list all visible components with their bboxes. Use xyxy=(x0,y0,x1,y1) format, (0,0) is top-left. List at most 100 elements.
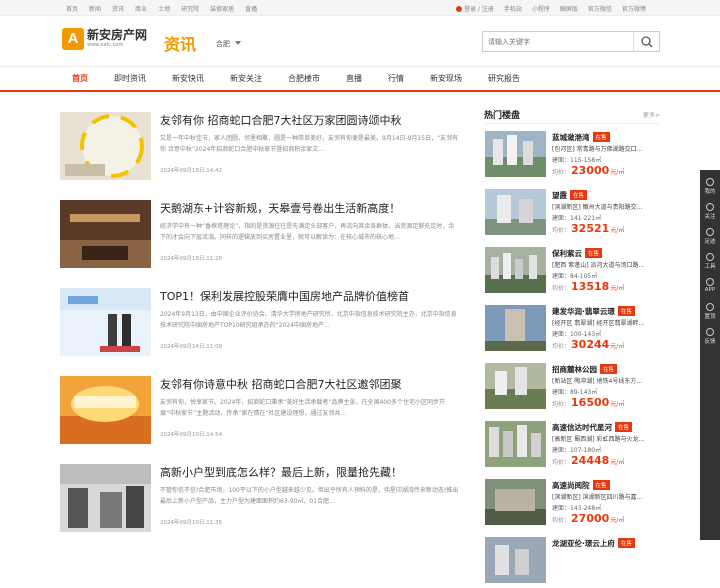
property-name-row[interactable]: 建发华润·翡翠云璟 在售 xyxy=(552,306,635,317)
top-right-link[interactable]: 手机站 xyxy=(504,4,522,13)
top-right-link[interactable]: 触屏版 xyxy=(560,4,578,13)
property-name[interactable]: 高速尚阅院 xyxy=(552,481,590,490)
article-thumbnail[interactable] xyxy=(60,464,151,532)
rail-tool[interactable]: 关注 xyxy=(700,203,720,220)
top-right-link[interactable]: 小程序 xyxy=(532,4,550,13)
property-name[interactable]: 高速信达时代星河 xyxy=(552,423,612,432)
property-name[interactable]: 招商麓林公园 xyxy=(552,365,597,374)
property-image[interactable] xyxy=(485,537,546,583)
article-title[interactable]: 友邻有你 招商蛇口合肥7大社区万家团圆诗颂中秋 xyxy=(160,112,460,128)
property-area: 建面：143-248㎡ xyxy=(552,505,602,512)
rail-tool[interactable]: 足迹 xyxy=(700,228,720,245)
top-right-link[interactable]: 官方微信 xyxy=(588,4,612,13)
article-thumbnail[interactable] xyxy=(60,112,151,180)
article-thumbnail[interactable] xyxy=(60,376,151,444)
nav-item[interactable]: 合肥楼市 xyxy=(278,67,330,91)
nav-item[interactable]: 新安现场 xyxy=(420,67,472,91)
property-image[interactable] xyxy=(485,421,546,467)
property-item[interactable]: 保利紫云 在售 [肥西 紫蓬山] 派河大道与汤口路... 建面：84-105㎡ 均价：1… xyxy=(484,243,660,298)
property-image[interactable] xyxy=(485,305,546,351)
property-name-row[interactable]: 招商麓林公园 在售 xyxy=(552,364,618,375)
article-title[interactable]: TOP1！保利发展控股荣膺中国房地产品牌价值榜首 xyxy=(160,288,460,304)
price-label: 均价： xyxy=(552,517,571,524)
top-left-links: 首页 新闻 资讯 商业 土地 研究院 装修家居 直播 xyxy=(66,4,257,13)
property-name[interactable]: 龙湖亚伦·璟云上府 xyxy=(552,539,615,548)
price-label: 均价： xyxy=(552,169,571,176)
top-link[interactable]: 直播 xyxy=(245,4,257,13)
article-title[interactable]: 天鹅湖东+计容新规，天皋壹号卷出生活新高度！ xyxy=(160,200,460,216)
search-input[interactable] xyxy=(483,32,633,51)
top-link[interactable]: 资讯 xyxy=(112,4,124,13)
property-item[interactable]: 龙湖亚伦·璟云上府 在售 xyxy=(484,533,660,588)
top-link[interactable]: 土地 xyxy=(158,4,170,13)
top-link[interactable]: 研究院 xyxy=(181,4,199,13)
article-item[interactable]: 友邻有你 招商蛇口合肥7大社区万家团圆诗颂中秋 又是一年中秋佳节，家人团圆，邻里相… xyxy=(60,112,460,200)
status-badge: 在售 xyxy=(592,480,610,490)
rail-tool[interactable]: 工具 xyxy=(700,253,720,270)
rail-tool-label: 反馈 xyxy=(704,339,716,345)
property-image[interactable] xyxy=(485,479,546,525)
price-value: 23000 xyxy=(571,164,610,177)
price-unit: 元/㎡ xyxy=(610,343,625,350)
price-value: 30244 xyxy=(571,338,610,351)
property-item[interactable]: 望霞 在售 [滨湖新区] 徽州大道与贵阳路交... 建面：141-221㎡ 均价：325… xyxy=(484,185,660,240)
nav-item[interactable]: 行情 xyxy=(378,67,414,91)
article-item[interactable]: TOP1！保利发展控股荣膺中国房地产品牌价值榜首 2024年9月13日，由中国企业… xyxy=(60,288,460,376)
rail-tool[interactable]: APP xyxy=(700,278,720,293)
nav-item[interactable]: 即时资讯 xyxy=(104,67,156,91)
property-address: [高新区 蜀西湖] 彩虹西路与火龙... xyxy=(552,436,645,443)
search-button[interactable] xyxy=(633,32,659,51)
nav-item[interactable]: 首页 xyxy=(62,67,98,91)
property-name-row[interactable]: 蓝城潋滟湾 在售 xyxy=(552,132,610,143)
property-name[interactable]: 望霞 xyxy=(552,191,567,200)
price-unit: 元/㎡ xyxy=(610,459,625,466)
more-link[interactable]: 更多> xyxy=(643,110,660,119)
property-name[interactable]: 建发华润·翡翠云璟 xyxy=(552,307,615,316)
article-thumbnail[interactable] xyxy=(60,200,151,268)
top-link[interactable]: 首页 xyxy=(66,4,78,13)
property-image[interactable] xyxy=(485,189,546,235)
top-link[interactable]: 商业 xyxy=(135,4,147,13)
property-item[interactable]: 高速信达时代星河 在售 [高新区 蜀西湖] 彩虹西路与火龙... 建面：107-180… xyxy=(484,417,660,472)
top-link[interactable]: 新闻 xyxy=(89,4,101,13)
price-label: 均价： xyxy=(552,285,571,292)
top-right-link[interactable]: 官方微博 xyxy=(622,4,646,13)
article-item[interactable]: 友邻有你诗意中秋 招商蛇口合肥7大社区邀邻团聚 友邻有你，悦享家节。2024年，招… xyxy=(60,376,460,464)
property-name-row[interactable]: 保利紫云 在售 xyxy=(552,248,603,259)
article-title[interactable]: 友邻有你诗意中秋 招商蛇口合肥7大社区邀邻团聚 xyxy=(160,376,460,392)
property-item[interactable]: 蓝城潋滟湾 在售 [包河区] 常青路与万佛湖路交口... 建面：115-158㎡ 均价：… xyxy=(484,127,660,182)
rail-tool-label: 我的 xyxy=(704,189,716,195)
login-link[interactable]: 登录 / 注册 xyxy=(456,4,494,13)
property-name[interactable]: 保利紫云 xyxy=(552,249,582,258)
price-unit: 元/㎡ xyxy=(610,227,625,234)
article-summary: 不管你信不信!合肥市场，100平以下的小户型越来越少见。但出乎所有人预料的是，伟… xyxy=(160,487,459,505)
nav-item[interactable]: 直播 xyxy=(336,67,372,91)
property-name-row[interactable]: 高速尚阅院 在售 xyxy=(552,480,610,491)
property-image[interactable] xyxy=(485,363,546,409)
property-price: 均价：24448元/㎡ xyxy=(552,454,624,467)
rail-tool[interactable]: 置顶 xyxy=(700,303,720,320)
property-name-row[interactable]: 高速信达时代星河 在售 xyxy=(552,422,633,433)
property-item[interactable]: 招商麓林公园 在售 [新站区 陶冲湖] 地铁4号线东方... 建面：89-143㎡ 均价… xyxy=(484,359,660,414)
article-title[interactable]: 高新小户型到底怎么样？最后上新，限量抢先藏！ xyxy=(160,464,460,480)
rail-tool[interactable]: 我的 xyxy=(700,178,720,195)
property-address: [经开区 翡翠湖] 经开区翡翠湖畔... xyxy=(552,320,645,327)
nav-item[interactable]: 新安快讯 xyxy=(162,67,214,91)
property-name-row[interactable]: 望霞 在售 xyxy=(552,190,588,201)
property-image[interactable] xyxy=(485,131,546,177)
rail-tool-icon xyxy=(706,253,714,261)
top-link[interactable]: 装修家居 xyxy=(210,4,234,13)
property-item[interactable]: 高速尚阅院 在售 [滨湖新区] 滨湖新区四川路与嘉... 建面：143-248㎡ 均价：… xyxy=(484,475,660,530)
city-selector[interactable]: 合肥 xyxy=(216,39,242,49)
property-price: 均价：16500元/㎡ xyxy=(552,396,624,409)
article-item[interactable]: 天鹅湖东+计容新规，天皋壹号卷出生活新高度！ 经济学中有一种“香槟塔理论”，指的是… xyxy=(60,200,460,288)
property-name[interactable]: 蓝城潋滟湾 xyxy=(552,133,590,142)
site-logo[interactable]: A 新安房产网 www.xafc.com xyxy=(62,28,147,50)
nav-item[interactable]: 研究报告 xyxy=(478,67,530,91)
article-item[interactable]: 高新小户型到底怎么样？最后上新，限量抢先藏！ 不管你信不信!合肥市场，100平以下… xyxy=(60,464,460,552)
nav-item[interactable]: 新安关注 xyxy=(220,67,272,91)
rail-tool[interactable]: 反馈 xyxy=(700,328,720,345)
article-thumbnail[interactable] xyxy=(60,288,151,356)
property-item[interactable]: 建发华润·翡翠云璟 在售 [经开区 翡翠湖] 经开区翡翠湖畔... 建面：100-14… xyxy=(484,301,660,356)
property-image[interactable] xyxy=(485,247,546,293)
